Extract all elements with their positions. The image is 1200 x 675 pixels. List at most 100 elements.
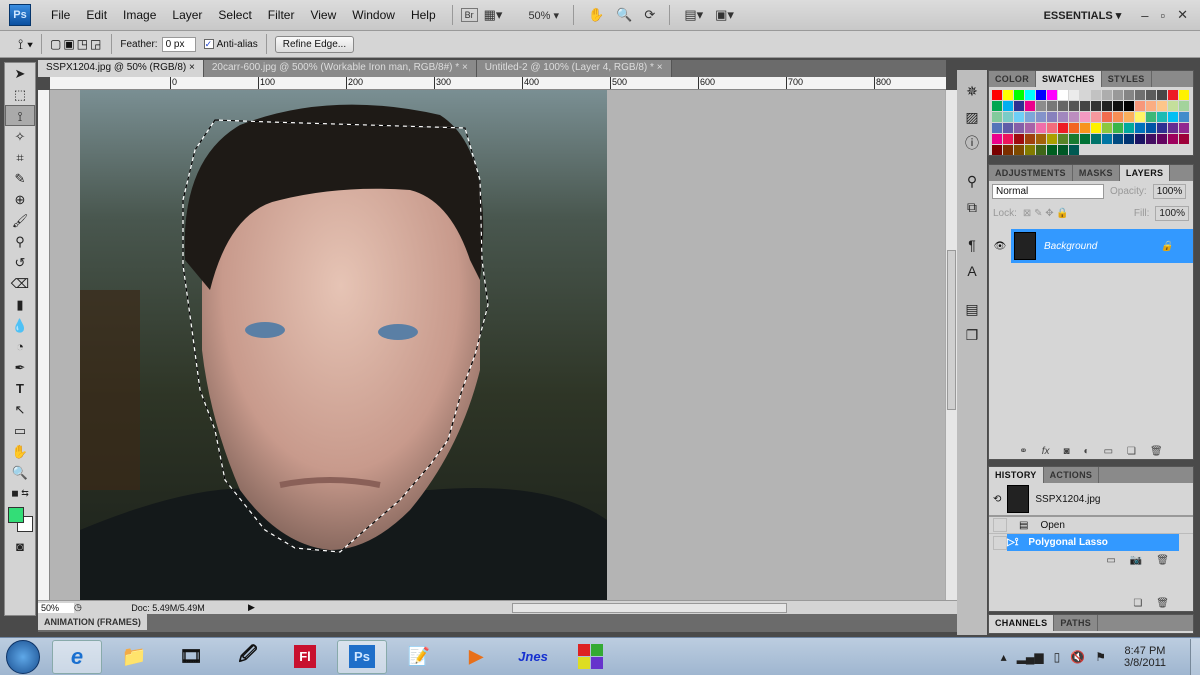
minimize-button[interactable]: –	[1135, 8, 1154, 23]
swatch[interactable]	[1080, 123, 1090, 133]
fill-input[interactable]: 100%	[1155, 206, 1189, 221]
view-extras-button[interactable]: ▦▾	[478, 7, 509, 23]
swatch[interactable]	[1003, 112, 1013, 122]
show-desktop-button[interactable]	[1190, 638, 1200, 675]
workspace-switcher[interactable]: ESSENTIALS ▾	[1044, 9, 1122, 22]
swatch[interactable]	[1003, 145, 1013, 155]
swatch[interactable]	[1014, 112, 1024, 122]
quick-mask-icon[interactable]: ◙	[5, 536, 35, 557]
media-center-icon[interactable]: 🎞	[166, 640, 216, 674]
swatch[interactable]	[1047, 112, 1057, 122]
swatch[interactable]	[1157, 123, 1167, 133]
swap-colors-icon[interactable]: ◼ ⇆	[5, 483, 35, 504]
snapshot-icon[interactable]: 📷	[1130, 555, 1142, 566]
swatch[interactable]	[1069, 90, 1079, 100]
swatch[interactable]	[1146, 123, 1156, 133]
magic-wand-icon[interactable]: ✧	[5, 126, 35, 147]
swatch[interactable]	[992, 101, 1002, 111]
swatch[interactable]	[1157, 90, 1167, 100]
notes-icon[interactable]: ▤	[957, 296, 987, 322]
swatch[interactable]	[1080, 134, 1090, 144]
horizontal-scrollbar[interactable]	[512, 602, 787, 613]
adjustment-icon[interactable]: ◐	[1084, 446, 1090, 457]
tab-channels[interactable]: CHANNELS	[989, 615, 1055, 631]
start-button[interactable]	[6, 639, 40, 674]
swatch[interactable]	[1135, 123, 1145, 133]
histogram-icon[interactable]: ▨	[957, 104, 987, 130]
swatch[interactable]	[1036, 90, 1046, 100]
type-tool-icon[interactable]: T	[5, 378, 35, 399]
marquee-tool-icon[interactable]: ⬚	[5, 84, 35, 105]
swatch[interactable]	[1102, 134, 1112, 144]
swatch[interactable]	[1135, 112, 1145, 122]
close-tab-icon[interactable]: ×	[462, 62, 468, 73]
pen-tool-icon[interactable]: ✒	[5, 357, 35, 378]
navigator-icon[interactable]: ✵	[957, 78, 987, 104]
swatch[interactable]	[1113, 90, 1123, 100]
menu-layer[interactable]: Layer	[164, 8, 210, 22]
folder-icon[interactable]: ▭	[1104, 446, 1113, 457]
layer-row-background[interactable]: 👁 Background 🔒	[989, 229, 1193, 263]
swatch[interactable]	[1036, 101, 1046, 111]
new-layer-icon[interactable]: ❏	[1127, 446, 1136, 457]
swatch[interactable]	[1146, 90, 1156, 100]
swatch[interactable]	[1003, 134, 1013, 144]
menu-help[interactable]: Help	[403, 8, 444, 22]
swatch[interactable]	[992, 134, 1002, 144]
path-selection-icon[interactable]: ↖	[5, 399, 35, 420]
swatch[interactable]	[1102, 123, 1112, 133]
brush-tool-icon[interactable]: 🖌	[5, 210, 35, 231]
swatch[interactable]	[1168, 123, 1178, 133]
swatch[interactable]	[1157, 134, 1167, 144]
swatch[interactable]	[1058, 145, 1068, 155]
history-item-open[interactable]: ▤ Open	[989, 517, 1193, 534]
fx-icon[interactable]: fx	[1042, 446, 1050, 457]
menu-image[interactable]: Image	[115, 8, 164, 22]
clone-source-icon[interactable]: ⧉	[957, 194, 987, 220]
swatch[interactable]	[1091, 123, 1101, 133]
close-tab-icon[interactable]: ×	[189, 62, 195, 73]
media-player-icon[interactable]: ▶	[451, 640, 501, 674]
layer-comps-icon[interactable]: ❐	[957, 322, 987, 348]
swatch[interactable]	[1036, 112, 1046, 122]
swatch[interactable]	[1179, 112, 1189, 122]
close-tab-icon[interactable]: ×	[657, 62, 663, 73]
swatch[interactable]	[1036, 123, 1046, 133]
swatch[interactable]	[1047, 101, 1057, 111]
windows-explorer-icon[interactable]: 📁	[109, 640, 159, 674]
swatch[interactable]	[1014, 123, 1024, 133]
swatch[interactable]	[1135, 90, 1145, 100]
swatch[interactable]	[1124, 90, 1134, 100]
swatch[interactable]	[1069, 134, 1079, 144]
zoom-level-dropdown[interactable]: 50% ▾	[522, 9, 565, 22]
eye-icon[interactable]: 👁	[989, 241, 1011, 252]
foreground-color[interactable]	[8, 507, 24, 523]
tab-swatches[interactable]: SWATCHES	[1036, 71, 1102, 87]
swatch[interactable]	[1003, 101, 1013, 111]
tab-color[interactable]: COLOR	[989, 71, 1036, 87]
tab-masks[interactable]: MASKS	[1073, 165, 1120, 181]
swatch[interactable]	[1091, 134, 1101, 144]
menu-file[interactable]: File	[43, 8, 78, 22]
tab-20carr-600[interactable]: 20carr-600.jpg @ 500% (Workable Iron man…	[203, 60, 477, 77]
tab-sspx1204[interactable]: SSPX1204.jpg @ 50% (RGB/8) ×	[38, 60, 204, 77]
swatch[interactable]	[992, 145, 1002, 155]
selection-mode-buttons[interactable]: ▢▣◳◲	[50, 37, 103, 51]
lock-icons[interactable]: ⊠ ✎ ✥ 🔒	[1023, 208, 1069, 219]
history-brush-icon[interactable]: ↺	[5, 252, 35, 273]
swatch[interactable]	[1047, 134, 1057, 144]
swatch[interactable]	[1102, 90, 1112, 100]
flash-icon[interactable]: Fl	[280, 640, 330, 674]
clone-stamp-icon[interactable]: ⚲	[5, 231, 35, 252]
swatch[interactable]	[1014, 134, 1024, 144]
swatch[interactable]	[1146, 112, 1156, 122]
rotate-view-icon[interactable]: ⟳	[638, 7, 661, 23]
jnes-icon[interactable]: Jnes	[508, 640, 558, 674]
swatch[interactable]	[1080, 112, 1090, 122]
swatch[interactable]	[1036, 145, 1046, 155]
tab-layers[interactable]: LAYERS	[1119, 165, 1171, 181]
info-icon[interactable]: ⓘ	[957, 130, 987, 156]
new-document-icon[interactable]: ▭	[1106, 555, 1115, 566]
swatch[interactable]	[1091, 101, 1101, 111]
link-icon[interactable]: ⚭	[1019, 446, 1027, 457]
